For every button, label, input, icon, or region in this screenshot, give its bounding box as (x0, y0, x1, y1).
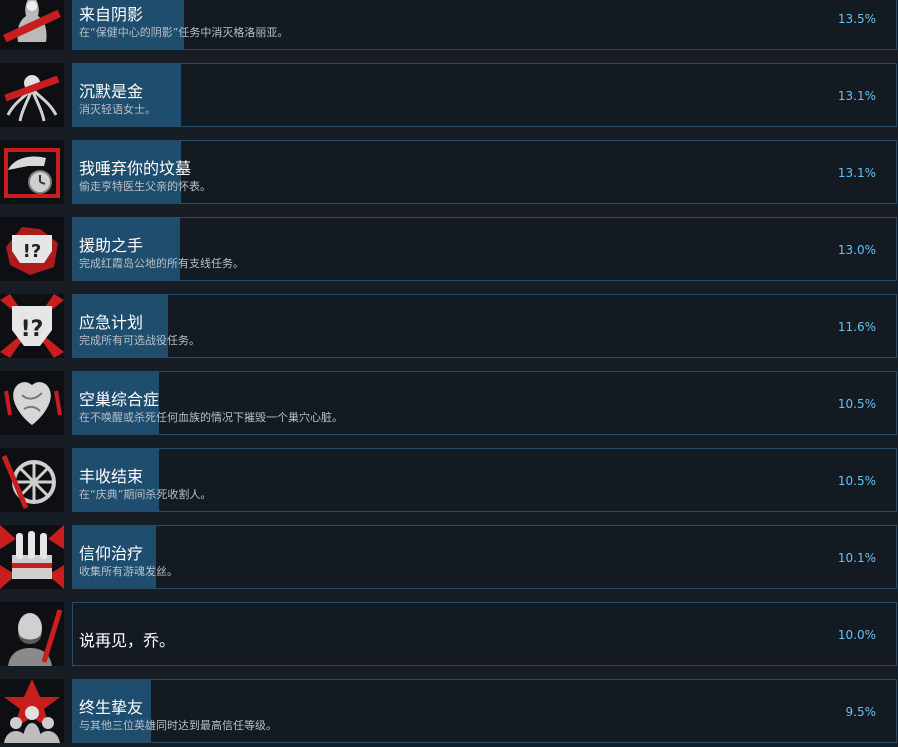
hand-pocket-watch-icon (0, 140, 64, 204)
unlock-percentage: 10.5% (837, 397, 876, 411)
harvest-wheel-icon (0, 448, 64, 512)
achievement-description: 完成红霞岛公地的所有支线任务。 (79, 257, 244, 270)
achievement-panel: 援助之手 完成红霞岛公地的所有支线任务。 13.0% (72, 217, 897, 281)
achievement-description: 与其他三位英雄同时达到最高信任等级。 (79, 719, 277, 732)
achievement-panel: 我唾弃你的坟墓 偷走亨特医生父亲的怀表。 13.1% (72, 140, 897, 204)
achievement-title: 沉默是金 (79, 82, 144, 101)
achievement-title: 说再见，乔。 (79, 631, 176, 650)
achievement-description: 在“庆典”期间杀死收割人。 (79, 488, 212, 501)
achievement-panel: 空巢综合症 在不唤醒或杀死任何血族的情况下摧毁一个巢穴心脏。 10.5% (72, 371, 897, 435)
contingency-badge-icon: !? (0, 294, 64, 358)
unlock-percentage: 13.1% (837, 166, 876, 180)
unlock-percentage: 11.6% (837, 320, 876, 334)
unlock-percentage: 9.5% (845, 705, 877, 719)
achievement-row: 终生挚友 与其他三位英雄同时达到最高信任等级。 9.5% (0, 679, 898, 745)
star-group-icon (0, 679, 64, 743)
svg-text:!?: !? (23, 241, 42, 262)
achievement-list: 来自阴影 在“保健中心的阴影”任务中消灭格洛丽亚。 13.5% 沉默是金 消灭轻… (0, 0, 898, 747)
achievement-row: 来自阴影 在“保健中心的阴影”任务中消灭格洛丽亚。 13.5% (0, 0, 898, 52)
achievement-description: 偷走亨特医生父亲的怀表。 (79, 180, 211, 193)
achievement-title: 援助之手 (79, 236, 144, 255)
achievement-panel: 应急计划 完成所有可选战役任务。 11.6% (72, 294, 897, 358)
unlock-percentage: 13.5% (837, 12, 876, 26)
unlock-percentage: 13.1% (837, 89, 876, 103)
helping-hand-badge-icon: !? (0, 217, 64, 281)
achievement-row: 丰收结束 在“庆典”期间杀死收割人。 10.5% (0, 448, 898, 514)
unlock-percentage: 10.0% (837, 628, 876, 642)
achievement-row: !? 援助之手 完成红霞岛公地的所有支线任务。 13.0% (0, 217, 898, 283)
achievement-row: !? 应急计划 完成所有可选战役任务。 11.6% (0, 294, 898, 360)
shadow-figure-icon (0, 0, 64, 50)
achievement-row: 沉默是金 消灭轻语女士。 13.1% (0, 63, 898, 129)
nest-heart-icon (0, 371, 64, 435)
unlock-percentage: 13.0% (837, 243, 876, 257)
achievement-description: 完成所有可选战役任务。 (79, 334, 200, 347)
achievement-title: 空巢综合症 (79, 390, 160, 409)
achievement-title: 丰收结束 (79, 467, 144, 486)
tentacle-creature-icon (0, 63, 64, 127)
achievement-row: 说再见，乔。 10.0% (0, 602, 898, 668)
achievement-row: 我唾弃你的坟墓 偷走亨特医生父亲的怀表。 13.1% (0, 140, 898, 206)
achievement-description: 在“保健中心的阴影”任务中消灭格洛丽亚。 (79, 26, 289, 39)
unlock-percentage: 10.5% (837, 474, 876, 488)
achievement-row: 空巢综合症 在不唤醒或杀死任何血族的情况下摧毁一个巢穴心脏。 10.5% (0, 371, 898, 437)
unlock-percentage: 10.1% (837, 551, 876, 565)
achievement-panel: 来自阴影 在“保健中心的阴影”任务中消灭格洛丽亚。 13.5% (72, 0, 897, 50)
achievement-panel: 沉默是金 消灭轻语女士。 13.1% (72, 63, 897, 127)
achievement-panel: 丰收结束 在“庆典”期间杀死收割人。 10.5% (72, 448, 897, 512)
achievement-title: 终生挚友 (79, 698, 144, 717)
achievement-panel: 终生挚友 与其他三位英雄同时达到最高信任等级。 9.5% (72, 679, 897, 743)
achievement-title: 来自阴影 (79, 5, 144, 24)
vials-box-icon (0, 525, 64, 589)
achievement-panel: 信仰治疗 收集所有游魂发丝。 10.1% (72, 525, 897, 589)
achievement-title: 信仰治疗 (79, 544, 144, 563)
achievement-description: 在不唤醒或杀死任何血族的情况下摧毁一个巢穴心脏。 (79, 411, 343, 424)
bearded-man-portrait-icon (0, 602, 64, 666)
svg-text:!?: !? (21, 317, 44, 342)
achievement-title: 我唾弃你的坟墓 (79, 159, 192, 178)
achievement-title: 应急计划 (79, 313, 144, 332)
achievement-description: 消灭轻语女士。 (79, 103, 156, 116)
achievement-row: 信仰治疗 收集所有游魂发丝。 10.1% (0, 525, 898, 591)
achievement-panel: 说再见，乔。 10.0% (72, 602, 897, 666)
achievement-description: 收集所有游魂发丝。 (79, 565, 178, 578)
